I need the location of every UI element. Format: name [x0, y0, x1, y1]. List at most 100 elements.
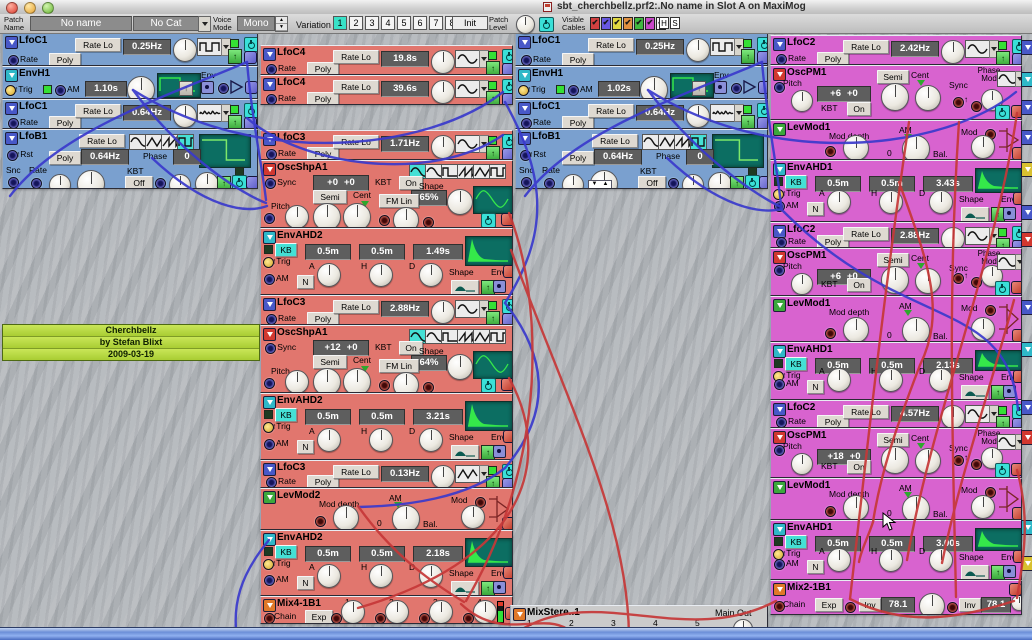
waveform-sine-icon[interactable]	[965, 40, 991, 58]
output-port[interactable]	[759, 176, 768, 189]
mute-button[interactable]	[493, 280, 506, 293]
kb-button[interactable]: KB	[275, 243, 297, 257]
module-menu-button[interactable]	[5, 69, 18, 82]
monitor-button[interactable]: ↑	[486, 311, 500, 325]
minimize-button[interactable]	[24, 2, 36, 14]
phase-value[interactable]: 0	[686, 149, 714, 165]
waveform-sine-icon[interactable]	[965, 227, 991, 245]
fm-amount-knob[interactable]	[393, 207, 419, 228]
waveform-sine-icon[interactable]	[425, 329, 442, 344]
rate-value[interactable]: 0.64Hz	[81, 149, 129, 165]
output-port[interactable]	[1011, 281, 1022, 294]
sync-input-port[interactable]	[953, 455, 964, 466]
module-title[interactable]: LfoC2	[787, 402, 815, 413]
power-button[interactable]	[995, 463, 1010, 478]
module-title[interactable]: LfoC3	[277, 297, 305, 308]
output-port[interactable]	[501, 378, 513, 391]
waveform-saw-icon[interactable]	[161, 134, 178, 150]
hold-knob[interactable]	[879, 548, 903, 572]
kbt-button[interactable]: On	[847, 460, 871, 474]
rate-knob[interactable]	[173, 38, 197, 62]
waveform-sine-icon[interactable]	[997, 254, 1017, 270]
decay-value[interactable]: 2.18s	[413, 546, 463, 562]
module-title[interactable]: EnvH1	[19, 68, 50, 79]
module-title[interactable]: OscShpA1	[277, 162, 328, 173]
rate-input-port[interactable]	[521, 55, 532, 66]
spinner-up-icon[interactable]: ▲	[600, 181, 611, 189]
pitch-input-port[interactable]	[264, 213, 275, 224]
rate-lo-button[interactable]: Rate Lo	[588, 38, 634, 52]
rate-input-port[interactable]	[776, 237, 787, 248]
monitor-button[interactable]: ↑	[486, 61, 500, 75]
mod-depth-knob[interactable]	[843, 495, 869, 520]
waveform-square-icon[interactable]	[489, 329, 506, 344]
output-port[interactable]	[1012, 329, 1022, 342]
balance-knob[interactable]	[902, 135, 930, 160]
decay-knob[interactable]	[419, 428, 443, 452]
variation-button-5[interactable]: 5	[397, 16, 411, 30]
fm-mode-button[interactable]: FM Lin	[379, 194, 419, 208]
cent-knob[interactable]	[915, 85, 941, 111]
rate-value[interactable]: 1.71Hz	[381, 136, 429, 152]
module-menu-button[interactable]	[518, 36, 531, 49]
monitor-button[interactable]: ↑	[486, 91, 500, 105]
module-title[interactable]: LfoC4	[277, 47, 305, 58]
sync-input-port[interactable]	[8, 177, 19, 188]
module-title[interactable]: LfoB1	[532, 131, 560, 142]
kb-button[interactable]: KB	[275, 408, 297, 422]
module-menu-button[interactable]	[5, 36, 18, 49]
mod-depth-knob[interactable]	[843, 317, 869, 342]
balance-knob[interactable]	[902, 495, 930, 520]
output-port[interactable]	[1012, 418, 1022, 428]
rate-value[interactable]: 0.64Hz	[594, 149, 642, 165]
nr-button[interactable]: N	[807, 560, 824, 574]
waveform-noise-icon[interactable]	[197, 104, 223, 122]
kb-button[interactable]: KB	[275, 545, 297, 559]
attack-value[interactable]: 0.5m	[305, 244, 351, 260]
am-input-port[interactable]	[55, 85, 66, 96]
time-knob[interactable]	[640, 76, 668, 99]
mod-depth-port[interactable]	[825, 146, 836, 157]
rate-input-port[interactable]	[31, 178, 42, 189]
mod-input-port[interactable]	[985, 305, 996, 316]
module-menu-button[interactable]	[773, 481, 786, 494]
rate-input-port[interactable]	[544, 178, 555, 189]
module-title[interactable]: LfoC4	[277, 77, 305, 88]
mod-depth-port[interactable]	[825, 328, 836, 339]
rate-value[interactable]: 0.64Hz	[636, 105, 684, 121]
cable-toggle-1[interactable]: ✔	[601, 17, 611, 30]
shape-curve-button[interactable]	[451, 280, 479, 295]
spinner-up-icon[interactable]: ▲	[276, 17, 287, 24]
decay-value[interactable]: 1.49s	[413, 244, 463, 260]
power-button[interactable]	[502, 134, 513, 149]
decay-knob[interactable]	[929, 368, 953, 392]
cent-knob[interactable]	[915, 448, 941, 474]
hold-value[interactable]: 0.5m	[359, 244, 405, 260]
kb-button[interactable]: KB	[785, 175, 807, 189]
balance-knob[interactable]	[902, 317, 930, 342]
output-port[interactable]	[502, 148, 513, 160]
input-port-1[interactable]	[845, 602, 856, 613]
rate-lo-button[interactable]: Rate Lo	[333, 300, 379, 314]
attack-value[interactable]: 0.5m	[305, 546, 351, 562]
waveform-sine-icon[interactable]	[455, 300, 481, 318]
power-button[interactable]	[244, 37, 258, 52]
pitch-knob[interactable]	[791, 90, 813, 112]
waveform-sine-icon[interactable]	[455, 50, 481, 68]
kbt-button[interactable]: On	[847, 102, 871, 116]
rate-knob[interactable]	[941, 227, 965, 248]
fm-amount-knob[interactable]	[393, 372, 419, 393]
module-menu-button[interactable]	[773, 163, 786, 176]
module-title[interactable]: EnvAHD1	[787, 344, 833, 355]
output-port[interactable]	[503, 566, 513, 579]
cable-toggle-0[interactable]: ✔	[590, 17, 600, 30]
variation-button-1[interactable]: 1	[333, 16, 347, 30]
gate-port[interactable]	[731, 83, 742, 94]
shape-curve-button[interactable]	[961, 385, 989, 400]
waveform-tri-icon[interactable]	[145, 134, 162, 150]
rate-lo-button[interactable]: Rate Lo	[843, 227, 889, 241]
module-menu-button[interactable]	[263, 163, 276, 176]
module-title[interactable]: LfoC2	[787, 224, 815, 235]
module-menu-button[interactable]	[263, 396, 276, 409]
output-port[interactable]	[244, 117, 257, 129]
